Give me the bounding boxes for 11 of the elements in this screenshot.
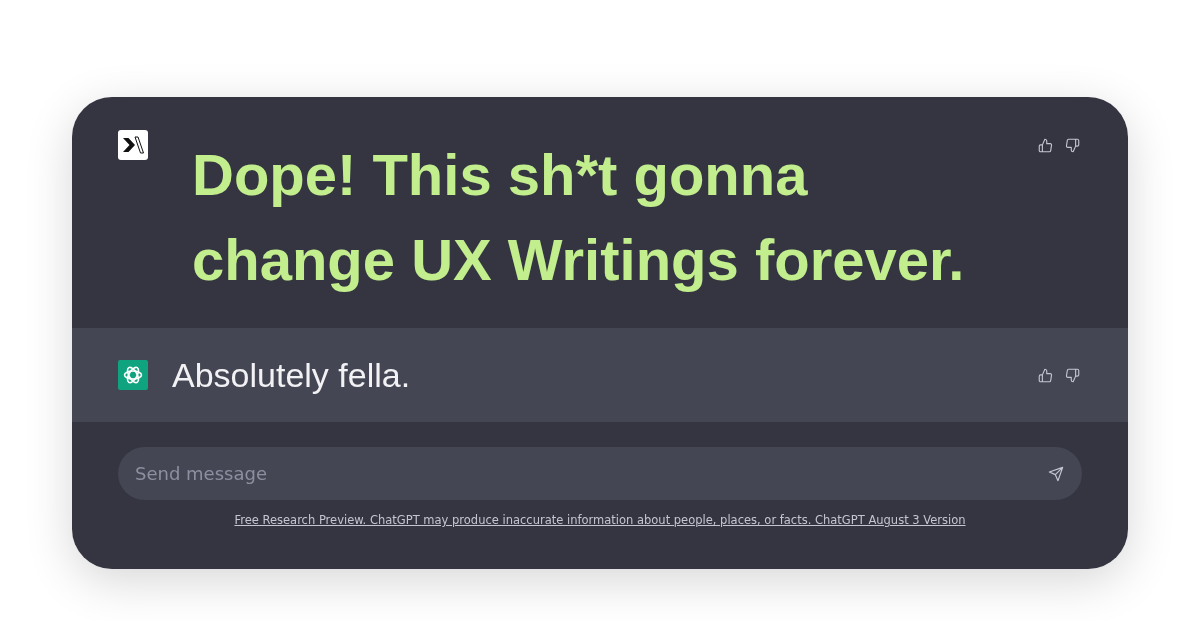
message-input[interactable]: Send message bbox=[118, 447, 1082, 500]
knot-icon bbox=[118, 360, 148, 390]
thumbs-down-icon[interactable] bbox=[1065, 138, 1080, 153]
send-icon[interactable] bbox=[1048, 466, 1064, 482]
message-text: Dope! This sh*t gonna change UX Writings forever. bbox=[192, 141, 966, 294]
thumbs-up-icon[interactable] bbox=[1038, 138, 1053, 153]
thumbs-up-icon[interactable] bbox=[1038, 367, 1053, 383]
message-text: Absolutely fella. bbox=[172, 355, 411, 395]
thumbs-down-icon[interactable] bbox=[1065, 367, 1080, 383]
chevron-logo-icon bbox=[118, 130, 148, 160]
disclaimer-link[interactable]: Free Research Preview. ChatGPT may produce inaccurate information about people, places, or facts. ChatGPT August 3 Version bbox=[234, 512, 966, 528]
